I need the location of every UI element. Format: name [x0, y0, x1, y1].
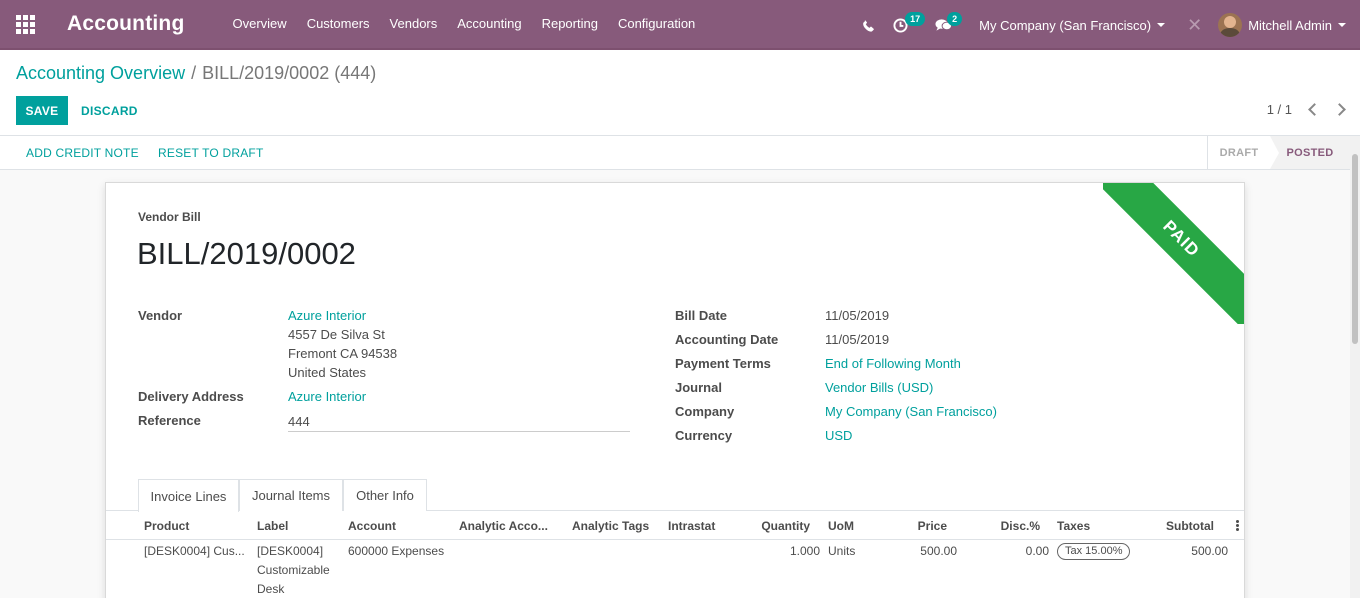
col-product[interactable]: Product: [144, 519, 189, 533]
reset-to-draft-button[interactable]: RESET TO DRAFT: [158, 136, 264, 169]
caret-down-icon: [1157, 23, 1166, 27]
col-account[interactable]: Account: [348, 519, 396, 533]
col-analytic-account[interactable]: Analytic Acco...: [459, 519, 548, 533]
company-link[interactable]: My Company (San Francisco): [825, 404, 997, 419]
col-analytic-tags[interactable]: Analytic Tags: [572, 519, 649, 533]
activity-count-badge: 17: [905, 12, 926, 26]
delivery-address-label: Delivery Address: [138, 389, 244, 404]
menu-reporting[interactable]: Reporting: [532, 0, 608, 49]
row-label-line3: Desk: [257, 582, 285, 596]
currency-label: Currency: [675, 428, 733, 443]
tab-invoice-lines[interactable]: Invoice Lines: [138, 479, 239, 512]
messages-count-badge: 2: [947, 12, 963, 26]
reference-label: Reference: [138, 413, 201, 428]
col-uom[interactable]: UoM: [828, 519, 854, 533]
row-quantity: 1.000: [789, 544, 820, 558]
stage-draft[interactable]: DRAFT: [1208, 136, 1279, 169]
chevron-left-icon[interactable]: [1308, 103, 1321, 116]
journal-link[interactable]: Vendor Bills (USD): [825, 380, 933, 395]
menu-configuration[interactable]: Configuration: [608, 0, 705, 49]
payment-terms-label: Payment Terms: [675, 356, 771, 371]
user-menu[interactable]: Mitchell Admin: [1218, 13, 1346, 37]
document-name: BILL/2019/0002: [137, 236, 356, 271]
optional-columns-kebab-icon[interactable]: [1236, 520, 1239, 532]
vendor-street: 4557 De Silva St: [288, 327, 385, 342]
row-label-line1: [DESK0004]: [257, 544, 324, 558]
status-stages: DRAFT POSTED: [1207, 136, 1350, 169]
caret-down-icon: [1338, 23, 1346, 27]
breadcrumb-accounting-overview[interactable]: Accounting Overview: [16, 63, 185, 83]
payment-terms-link[interactable]: End of Following Month: [825, 356, 961, 371]
stage-posted[interactable]: POSTED: [1270, 136, 1350, 169]
row-price: 500.00: [920, 544, 957, 558]
breadcrumb: Accounting Overview / BILL/2019/0002 (444): [16, 63, 376, 84]
delivery-address-link[interactable]: Azure Interior: [288, 389, 366, 404]
menu-accounting[interactable]: Accounting: [447, 0, 531, 49]
accounting-date-value[interactable]: 11/05/2019: [825, 332, 889, 347]
row-account: 600000 Expenses: [348, 544, 445, 558]
notebook-tabs: Invoice Lines Journal Items Other Info: [106, 479, 1244, 512]
activity-clock-icon[interactable]: 17: [893, 0, 926, 50]
row-product: [DESK0004] Cus...: [144, 544, 245, 558]
save-button[interactable]: SAVE: [16, 96, 68, 125]
apps-menu-icon[interactable]: [0, 0, 50, 49]
reference-input[interactable]: 444: [288, 414, 310, 429]
app-brand[interactable]: Accounting: [67, 12, 185, 36]
company-name: My Company (San Francisco): [979, 17, 1152, 33]
menu-overview[interactable]: Overview: [223, 0, 297, 49]
col-taxes[interactable]: Taxes: [1057, 519, 1090, 533]
add-credit-note-button[interactable]: ADD CREDIT NOTE: [26, 136, 139, 169]
form-sheet: PAID Vendor Bill BILL/2019/0002 Vendor A…: [105, 182, 1245, 598]
chevron-right-icon[interactable]: [1333, 103, 1346, 116]
col-discount[interactable]: Disc.%: [971, 519, 1040, 533]
journal-label: Journal: [675, 380, 722, 395]
form-statusbar: ADD CREDIT NOTE RESET TO DRAFT DRAFT POS…: [0, 136, 1360, 170]
vendor-link[interactable]: Azure Interior: [288, 308, 366, 323]
top-navbar: Accounting Overview Customers Vendors Ac…: [0, 0, 1360, 50]
breadcrumb-current: BILL/2019/0002 (444): [202, 63, 377, 83]
currency-link[interactable]: USD: [825, 428, 852, 443]
tab-other-info[interactable]: Other Info: [343, 479, 427, 511]
avatar: [1218, 13, 1243, 37]
close-debug-icon[interactable]: ✕: [1187, 15, 1202, 36]
col-quantity[interactable]: Quantity: [730, 519, 810, 533]
menu-vendors[interactable]: Vendors: [380, 0, 448, 49]
breadcrumb-separator: /: [191, 63, 197, 83]
vendor-label: Vendor: [138, 308, 183, 323]
bill-date-label: Bill Date: [675, 308, 728, 323]
pager-value[interactable]: 1 / 1: [1267, 102, 1292, 117]
control-panel: Accounting Overview / BILL/2019/0002 (444)…: [0, 50, 1360, 136]
vendor-city: Fremont CA 94538: [288, 346, 398, 361]
col-intrastat[interactable]: Intrastat: [668, 519, 715, 533]
messages-chat-icon[interactable]: 2: [935, 0, 963, 50]
bill-date-value[interactable]: 11/05/2019: [825, 308, 889, 323]
menu-customers[interactable]: Customers: [297, 0, 380, 49]
document-type: Vendor Bill: [138, 210, 201, 224]
col-subtotal[interactable]: Subtotal: [1146, 519, 1214, 533]
vendor-country: United States: [288, 365, 367, 380]
paid-ribbon: PAID: [1103, 183, 1244, 324]
tab-journal-items[interactable]: Journal Items: [239, 479, 343, 511]
navbar-systray: 17 2 My Company (San Francisco) ✕ Mitche…: [853, 0, 1360, 50]
company-switcher[interactable]: My Company (San Francisco): [979, 17, 1166, 33]
ribbon-label: PAID: [1103, 183, 1244, 324]
company-label: Company: [675, 404, 735, 419]
phone-icon[interactable]: [862, 0, 875, 50]
page-scrollbar[interactable]: [1350, 136, 1360, 598]
scrollbar-thumb[interactable]: [1352, 154, 1358, 344]
row-label-line2: Customizable: [257, 563, 330, 577]
col-label[interactable]: Label: [257, 519, 288, 533]
col-price[interactable]: Price: [886, 519, 947, 533]
pager: 1 / 1: [1267, 102, 1346, 117]
row-subtotal: 500.00: [1191, 544, 1228, 558]
accounting-date-label: Accounting Date: [675, 332, 779, 347]
reference-input-underline: [288, 431, 630, 432]
row-discount: 0.00: [1025, 544, 1049, 558]
main-menu: Overview Customers Vendors Accounting Re…: [223, 0, 706, 49]
discard-button[interactable]: DISCARD: [81, 96, 138, 125]
row-tax-badge: Tax 15.00%: [1057, 543, 1131, 560]
invoice-lines-header: Product Label Account Analytic Acco... A…: [106, 513, 1244, 540]
row-uom: Units: [828, 544, 856, 558]
user-name: Mitchell Admin: [1248, 17, 1332, 33]
